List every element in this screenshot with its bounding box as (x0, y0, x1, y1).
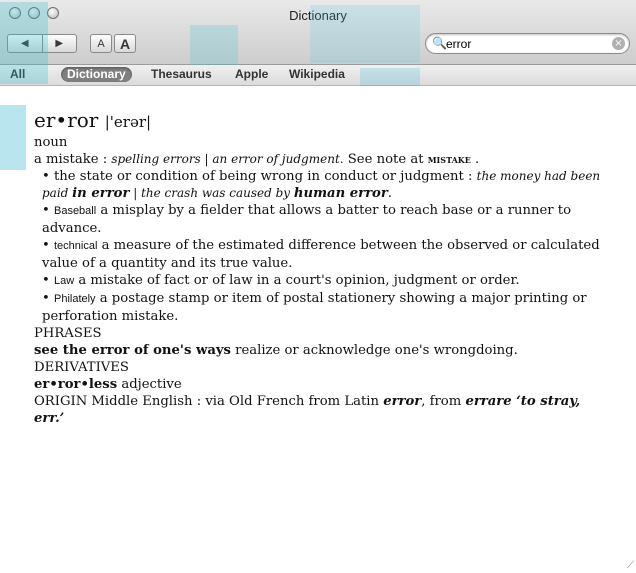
back-button[interactable]: ◀ (8, 35, 42, 52)
sense-4-bullet: • (42, 273, 54, 288)
sense-3-text: a measure of the estimated difference be… (42, 238, 600, 271)
forward-arrow-icon: ▶ (55, 38, 64, 49)
phrase-term: see the error of one's ways (34, 343, 231, 358)
def-lead: a mistake : (34, 152, 112, 167)
source-scope-bar: All Dictionary Thesaurus Apple Wikipedia (0, 65, 636, 86)
origin-lead: ORIGIN Middle English : via Old French f… (34, 394, 384, 409)
increase-font-button[interactable]: A (114, 34, 136, 53)
phrase-definition: realize or acknowledge one's wrongdoing. (230, 343, 518, 358)
phrases-heading: PHRASES (34, 326, 102, 341)
headword: er•ror (34, 108, 99, 132)
sense-1-example-2: the crash was caused by (141, 186, 294, 200)
back-forward-control: ◀ ▶ (7, 34, 77, 53)
derivative-line: er•ror•less adjective (34, 376, 614, 393)
sense-1-example-1-bold: in error (72, 186, 130, 201)
resize-grip-icon[interactable]: ⟋ (627, 560, 634, 571)
origin-line: ORIGIN Middle English : via Old French f… (34, 393, 614, 427)
scope-apple[interactable]: Apple (229, 67, 274, 82)
sense-1: • the state or condition of being wrong … (34, 168, 614, 202)
window-title: Dictionary (289, 8, 347, 23)
sense-2-bullet: • (42, 203, 54, 218)
sense-4: • Law a mistake of fact or of law in a c… (34, 272, 614, 290)
def-note: See note at (343, 152, 428, 167)
sense-2-label: Baseball (53, 205, 97, 217)
pronunciation: |'erər| (104, 113, 152, 131)
entry-headword-line: er•ror |'erər| (34, 108, 614, 134)
def-note-end: . (470, 152, 480, 167)
sense-3-label: technical (53, 240, 98, 252)
cross-reference-link[interactable]: mistake (428, 152, 471, 166)
sense-5: • Philately a postage stamp or item of p… (34, 290, 614, 325)
sense-2-text: a misplay by a fielder that allows a bat… (42, 203, 572, 236)
decrease-font-button[interactable]: A (90, 34, 112, 53)
main-definition: a mistake : spelling errors | an error o… (34, 151, 614, 168)
scope-wikipedia[interactable]: Wikipedia (283, 67, 351, 82)
origin-word-1: error (383, 394, 422, 409)
sense-1-separator: | (129, 186, 142, 200)
derivatives-heading: DERIVATIVES (34, 360, 129, 375)
search-input[interactable] (446, 35, 606, 52)
search-icon: 🔍 (432, 36, 447, 50)
sense-4-label: Law (53, 275, 75, 287)
sense-4-text: a mistake of fact or of law in a court's… (74, 273, 520, 288)
sense-2: • Baseball a misplay by a fielder that a… (34, 202, 614, 237)
forward-button[interactable]: ▶ (41, 35, 77, 52)
part-of-speech: noun (34, 135, 68, 150)
derivative-pos: adjective (117, 377, 182, 392)
watermark-strip (0, 105, 26, 170)
scope-dictionary[interactable]: Dictionary (61, 67, 132, 82)
scope-all[interactable]: All (4, 67, 31, 82)
origin-mid: , from (421, 394, 466, 409)
sense-1-end: . (387, 186, 392, 201)
search-field[interactable]: 🔍 × (425, 33, 630, 54)
sense-5-text: a postage stamp or item of postal statio… (42, 291, 587, 324)
phrase-line: see the error of one's ways realize or a… (34, 342, 614, 359)
sense-1-example-2-bold: human error (293, 186, 388, 201)
derivative-term: er•ror•less (34, 377, 118, 392)
sense-5-label: Philately (53, 293, 96, 305)
title-bar: Dictionary ◀ ▶ A A 🔍 × (0, 0, 636, 65)
sense-5-bullet: • (42, 291, 54, 306)
sense-3: • technical a measure of the estimated d… (34, 237, 614, 272)
entry-content: er•ror |'erər| noun a mistake : spelling… (34, 108, 614, 427)
def-examples: spelling errors | an error of judgment. (111, 152, 344, 166)
back-arrow-icon: ◀ (20, 38, 29, 49)
sense-3-bullet: • (42, 238, 54, 253)
dictionary-window: Dictionary ◀ ▶ A A 🔍 × All Dictionary Th… (0, 0, 636, 573)
scope-thesaurus[interactable]: Thesaurus (145, 67, 218, 82)
clear-search-icon[interactable]: × (612, 37, 625, 50)
sense-1-text: • the state or condition of being wrong … (42, 169, 477, 184)
origin-word-2: errare (465, 394, 512, 409)
